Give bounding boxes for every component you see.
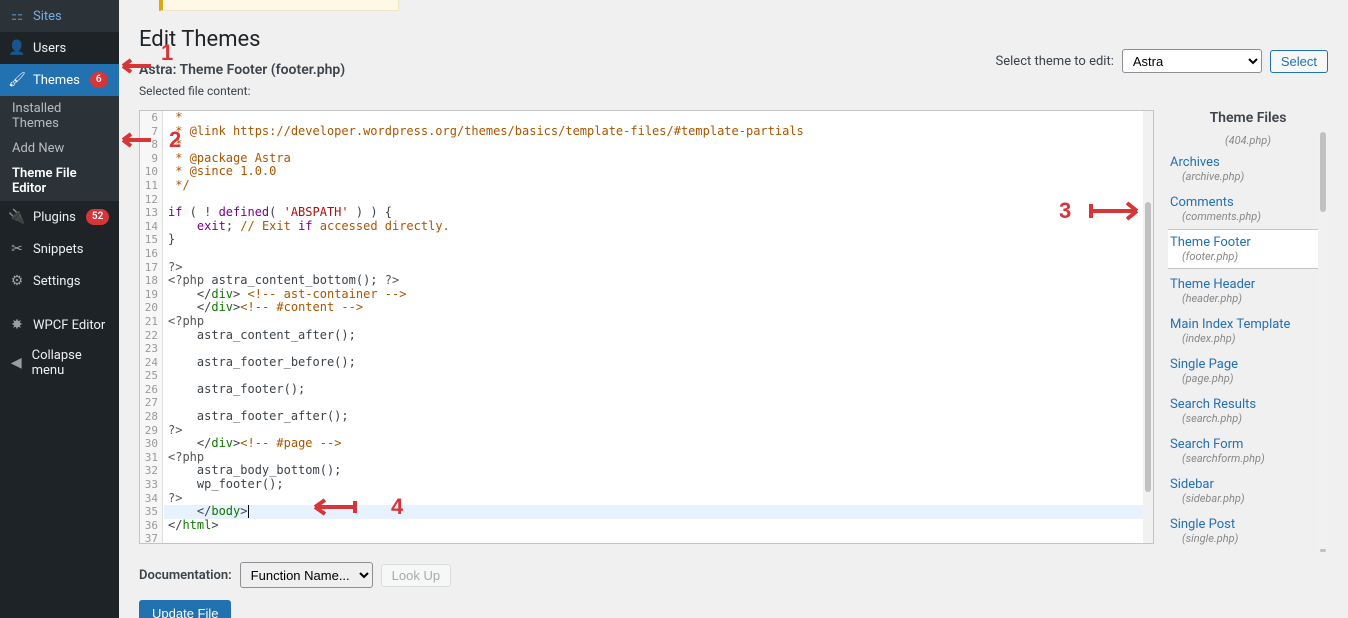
- theme-select[interactable]: Astra: [1122, 49, 1262, 73]
- sidebar-item-themes[interactable]: 🖌 Themes 6: [0, 64, 119, 96]
- sidebar-item-settings[interactable]: ⚙ Settings: [0, 265, 119, 297]
- sub-installed-themes[interactable]: Installed Themes: [0, 96, 119, 136]
- wp-icon: ✸: [8, 316, 26, 334]
- sidebar-submenu-themes: Installed Themes Add New Theme File Edit…: [0, 96, 119, 201]
- theme-file-link[interactable]: Search Results(search.php): [1168, 391, 1328, 431]
- sidebar-item-label: Settings: [33, 274, 80, 289]
- sidebar-item-collapse[interactable]: ◀ Collapse menu: [0, 341, 119, 385]
- admin-sidebar: ⚏ Sites 👤 Users 🖌 Themes 6 Installed The…: [0, 0, 119, 618]
- theme-files-header: Theme Files: [1168, 110, 1328, 126]
- sidebar-item-sites[interactable]: ⚏ Sites: [0, 0, 119, 32]
- scissors-icon: ✂: [8, 240, 26, 258]
- sites-icon: ⚏: [8, 7, 26, 25]
- folder-template-parts[interactable]: template-parts ▶: [1168, 551, 1328, 552]
- theme-file-link[interactable]: Comments(comments.php): [1168, 189, 1328, 229]
- function-select[interactable]: Function Name...: [240, 562, 373, 588]
- select-theme-label: Select theme to edit:: [996, 54, 1114, 69]
- files-scrollbar[interactable]: [1318, 132, 1328, 552]
- current-file-title: Astra: Theme Footer (footer.php): [139, 62, 996, 78]
- line-gutter: 6 7 8 9 10 11 12 13 14 15 16 17 18 19 20…: [140, 111, 163, 543]
- plug-icon: 🔌: [8, 208, 26, 226]
- lookup-button[interactable]: Look Up: [381, 564, 451, 587]
- annotation-num-1: 1: [161, 40, 173, 66]
- sub-add-new[interactable]: Add New: [0, 136, 119, 161]
- sub-theme-file-editor[interactable]: Theme File Editor: [0, 161, 119, 201]
- theme-file-link[interactable]: Search Form(searchform.php): [1168, 431, 1328, 471]
- update-file-button[interactable]: Update File: [139, 600, 231, 618]
- update-badge: 6: [90, 72, 108, 88]
- theme-files-panel: Theme Files (404.php) Archives(archive.p…: [1168, 110, 1328, 552]
- sidebar-item-label: Sites: [33, 9, 62, 24]
- theme-file-link[interactable]: Sidebar(sidebar.php): [1168, 471, 1328, 511]
- sidebar-item-snippets[interactable]: ✂ Snippets: [0, 233, 119, 265]
- brush-icon: 🖌: [8, 71, 26, 89]
- annotation-num-4: 4: [391, 494, 403, 520]
- sidebar-item-label: WPCF Editor: [33, 318, 105, 333]
- sidebar-item-label: Collapse menu: [32, 348, 111, 378]
- page-title: Edit Themes: [139, 27, 996, 52]
- update-badge: 52: [86, 209, 109, 225]
- code-content[interactable]: * * @link https://developer.wordpress.or…: [164, 111, 1153, 543]
- annotation-num-3: 3: [1059, 198, 1071, 224]
- sidebar-item-label: Themes: [33, 73, 80, 88]
- sidebar-item-label: Plugins: [33, 210, 76, 225]
- collapse-icon: ◀: [8, 354, 25, 372]
- gear-icon: ⚙: [8, 272, 26, 290]
- sidebar-item-label: Snippets: [33, 242, 84, 257]
- theme-file-link[interactable]: Single Post(single.php): [1168, 511, 1328, 551]
- sidebar-item-label: Users: [33, 41, 66, 56]
- theme-file-link[interactable]: Single Page(page.php): [1168, 351, 1328, 391]
- theme-file-link[interactable]: Theme Header(header.php): [1168, 271, 1328, 311]
- editor-scrollbar[interactable]: [1143, 111, 1153, 543]
- documentation-label: Documentation:: [139, 568, 232, 583]
- main-content: Edit Themes Astra: Theme Footer (footer.…: [119, 0, 1348, 618]
- code-editor[interactable]: 6 7 8 9 10 11 12 13 14 15 16 17 18 19 20…: [139, 110, 1154, 544]
- theme-file-link[interactable]: Archives(archive.php): [1168, 149, 1328, 189]
- notice-bar: [159, 0, 399, 11]
- sidebar-item-plugins[interactable]: 🔌 Plugins 52: [0, 201, 119, 233]
- selected-file-label: Selected file content:: [139, 84, 996, 98]
- select-button[interactable]: Select: [1270, 50, 1328, 73]
- theme-file-link[interactable]: Main Index Template(index.php): [1168, 311, 1328, 351]
- sidebar-item-wpcf[interactable]: ✸ WPCF Editor: [0, 309, 119, 341]
- theme-file-link[interactable]: Theme Footer(footer.php): [1168, 229, 1328, 269]
- sidebar-item-users[interactable]: 👤 Users: [0, 32, 119, 64]
- user-icon: 👤: [8, 39, 26, 57]
- annotation-num-2: 2: [169, 127, 181, 153]
- file-fn: (404.php): [1168, 132, 1328, 149]
